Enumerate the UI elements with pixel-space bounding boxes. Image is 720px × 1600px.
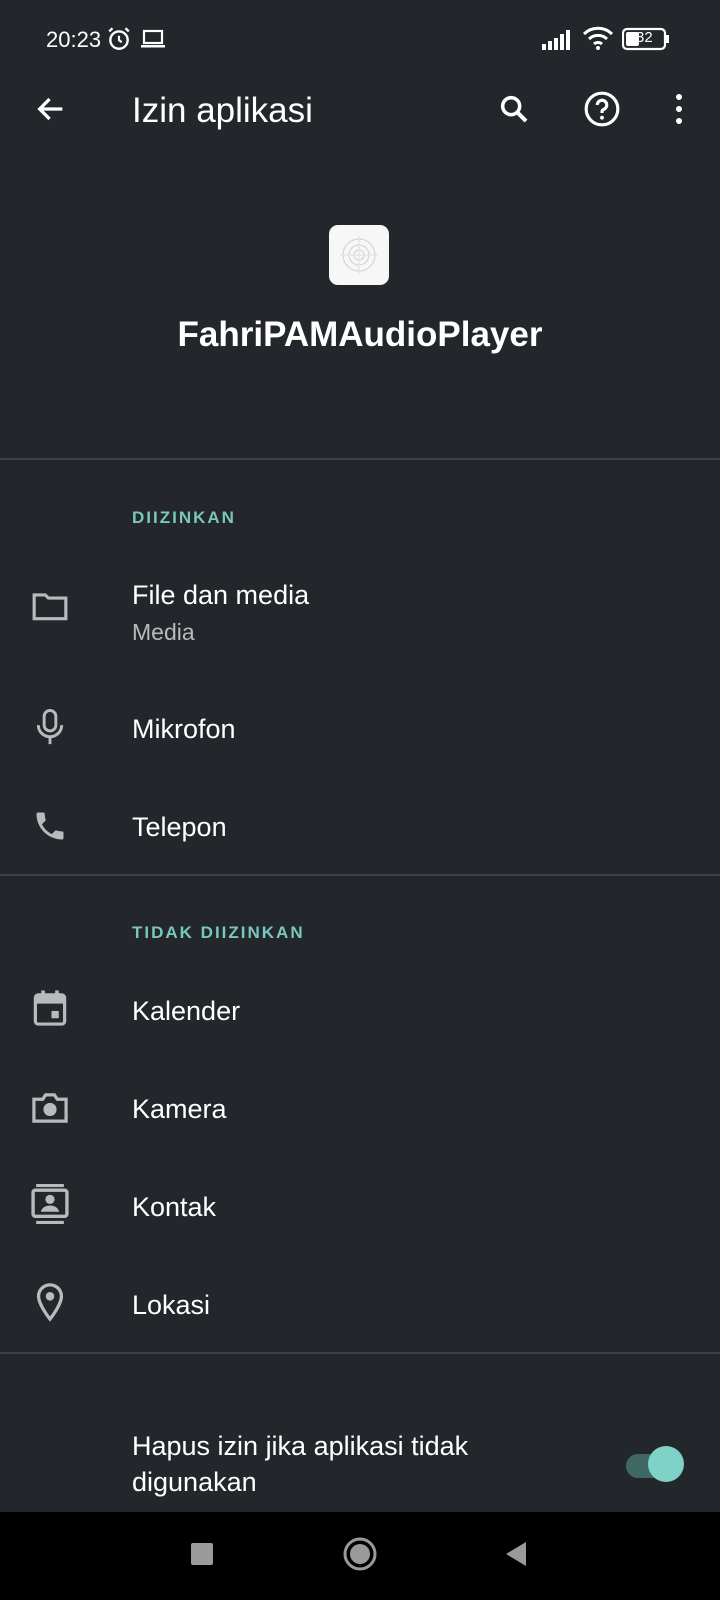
permission-item-contacts[interactable]: Kontak [0,1158,720,1254]
divider [0,458,720,460]
battery-icon: 32 [621,27,670,56]
search-icon [497,92,531,131]
microphone-icon [30,708,70,748]
auto-revoke-label: Hapus izin jika aplikasi tidak digunakan [132,1431,469,1497]
permission-item-label: Telepon [132,812,227,842]
permission-item-files-media[interactable]: File dan media Media [0,560,720,656]
calendar-icon [30,988,70,1028]
back-arrow-icon [34,92,68,131]
recents-square-icon [191,1542,213,1570]
contacts-icon [30,1184,70,1224]
permission-item-label: Mikrofon [132,714,236,744]
home-button[interactable] [334,1530,386,1582]
signal-icon [542,28,574,55]
permission-item-camera[interactable]: Kamera [0,1060,720,1156]
permission-item-label: Lokasi [132,1290,211,1320]
app-icon [329,225,389,285]
back-nav-button[interactable] [490,1530,542,1582]
location-icon [30,1282,70,1322]
back-triangle-icon [504,1541,528,1572]
phone-icon [30,806,70,846]
battery-level: 32 [636,29,653,46]
divider [0,1352,720,1354]
help-button[interactable] [578,87,626,135]
alarm-icon [106,26,132,57]
permission-item-location[interactable]: Lokasi [0,1256,720,1352]
laptop-icon [140,27,166,56]
more-vert-icon [673,93,685,130]
permission-item-phone[interactable]: Telepon [0,778,720,874]
search-button[interactable] [490,87,538,135]
permission-item-sub: Media [132,619,195,645]
permission-item-label: Kontak [132,1192,217,1222]
app-bar [0,80,720,146]
section-header-denied: TIDAK DIIZINKAN [132,923,305,942]
permission-item-label: File dan media [132,580,310,610]
status-bar: 20:23 32 [0,0,720,80]
navigation-bar [0,1512,720,1600]
wifi-icon [582,25,614,56]
toggle-thumb [648,1446,684,1482]
more-options-button[interactable] [655,87,703,135]
permission-item-microphone[interactable]: Mikrofon [0,680,720,776]
home-circle-icon [342,1536,378,1577]
recents-button[interactable] [176,1530,228,1582]
divider [0,874,720,876]
folder-icon [30,586,70,626]
app-name: FahriPAMAudioPlayer [177,315,543,354]
permission-item-label: Kalender [132,996,241,1026]
section-header-allowed: DIIZINKAN [132,508,236,527]
back-button[interactable] [27,87,75,135]
page-title: Izin aplikasi [132,91,313,130]
permission-item-calendar[interactable]: Kalender [0,962,720,1058]
permission-item-label: Kamera [132,1094,227,1124]
auto-revoke-toggle[interactable] [626,1446,684,1482]
help-icon [583,90,621,133]
camera-icon [30,1088,70,1128]
status-time: 20:23 [46,27,102,52]
